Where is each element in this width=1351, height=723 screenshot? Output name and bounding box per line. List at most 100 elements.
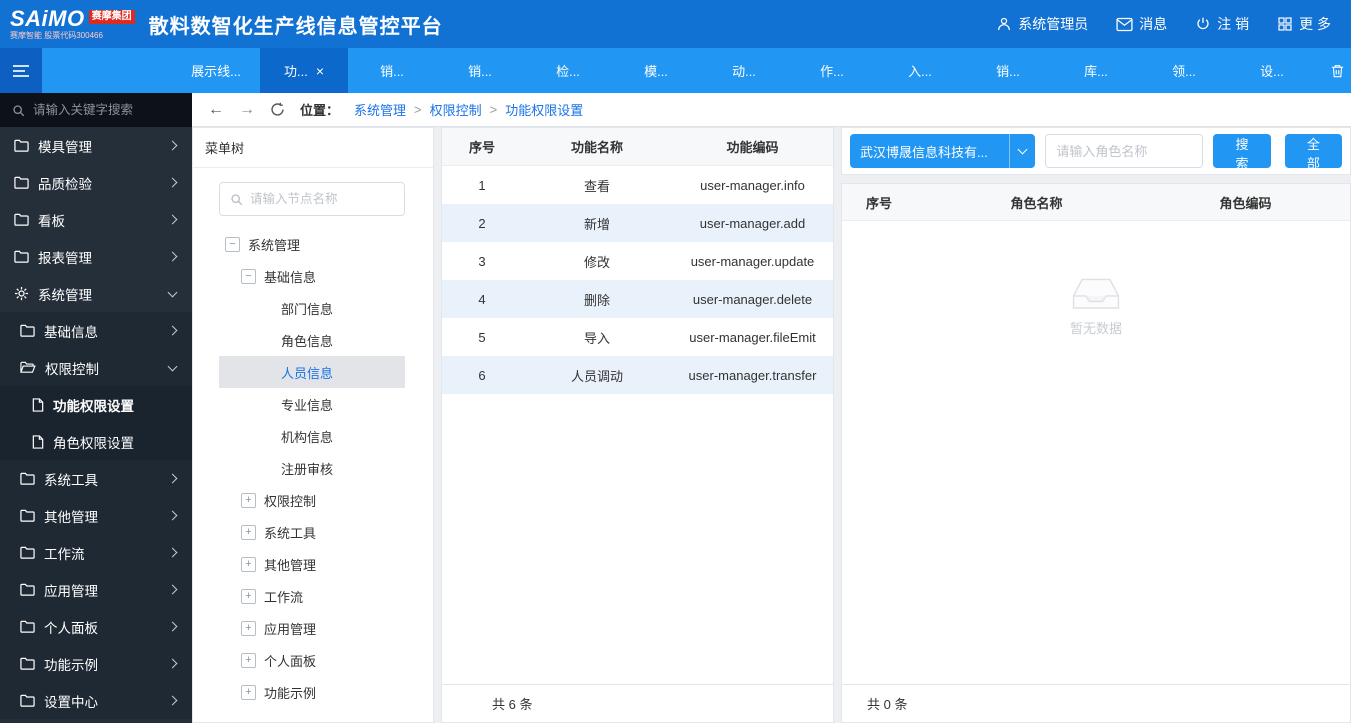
sidebar-item-system[interactable]: 系统管理 [0,275,192,312]
table-row[interactable]: 5 导入 user-manager.fileEmit [442,318,833,356]
sidebar-item-settings-center[interactable]: 设置中心 [0,682,192,719]
collapse-icon[interactable] [225,237,240,252]
tab-inspection[interactable]: 检... [524,48,612,93]
sidebar-item-mold[interactable]: 模具管理 [0,127,192,164]
table-row[interactable]: 3 修改 user-manager.update [442,242,833,280]
role-name-input[interactable] [1045,134,1203,168]
expand-icon[interactable] [241,557,256,572]
tab-dynamic[interactable]: 动... [700,48,788,93]
sidebar-item-label: 品质检验 [38,173,92,193]
function-table-header: 序号 功能名称 功能编码 [442,128,833,166]
refresh-icon[interactable] [270,102,285,117]
role-count-footer: 共 0 条 [842,684,1350,722]
column-header: 序号 [442,137,522,156]
tree-node-role[interactable]: 角色信息 [219,324,405,356]
back-icon[interactable] [208,102,224,118]
tab-inbound[interactable]: 入... [876,48,964,93]
search-button[interactable]: 搜索 [1213,134,1270,168]
sidebar-item-label: 基础信息 [44,321,98,341]
tree-node-apps[interactable]: 应用管理 [219,612,405,644]
table-row[interactable]: 4 删除 user-manager.delete [442,280,833,318]
tab-sales-2[interactable]: 销... [436,48,524,93]
tree-node-other[interactable]: 其他管理 [219,548,405,580]
tree-node-personnel[interactable]: 人员信息 [219,356,405,388]
company-select[interactable]: 武汉博晟信息科技有... [850,134,1035,168]
sidebar-item-apps[interactable]: 应用管理 [0,571,192,608]
sidebar-item-label: 个人面板 [44,617,98,637]
tree-search-input[interactable] [250,192,394,206]
tab-display-line[interactable]: 展示线... [172,48,260,93]
sidebar-item-label: 功能权限设置 [53,395,134,415]
tab-inventory[interactable]: 库... [1052,48,1140,93]
sidebar-item-label: 应用管理 [44,580,98,600]
chevron-right-icon [168,215,178,225]
tree-node-label: 人员信息 [281,363,333,382]
admin-user-menu[interactable]: 系统管理员 [996,14,1088,34]
tree-node-permission-control[interactable]: 权限控制 [219,484,405,516]
sidebar-menu: 模具管理 品质检验 看板 报表管理 系统管理 [0,127,192,719]
tree-node-system-tools[interactable]: 系统工具 [219,516,405,548]
breadcrumb-item-system[interactable]: 系统管理 [354,100,406,119]
table-row[interactable]: 2 新增 user-manager.add [442,204,833,242]
sidebar-item-basic-info[interactable]: 基础信息 [0,312,192,349]
tree-node-label: 功能示例 [264,683,316,702]
expand-icon[interactable] [241,525,256,540]
collapse-icon[interactable] [241,269,256,284]
sidebar-item-workflow[interactable]: 工作流 [0,534,192,571]
chevron-right-icon [168,585,178,595]
expand-icon[interactable] [241,653,256,668]
cell-name: 人员调动 [522,366,672,385]
close-all-tabs-button[interactable] [1316,48,1351,93]
close-icon[interactable] [316,64,324,78]
expand-icon[interactable] [241,589,256,604]
messages-button[interactable]: 消息 [1116,14,1167,34]
table-row[interactable]: 1 查看 user-manager.info [442,166,833,204]
tab-label: 领... [1172,61,1196,80]
tree-node-system[interactable]: 系统管理 [219,228,405,260]
forward-icon[interactable] [239,102,255,118]
breadcrumb-item-function-permission[interactable]: 功能权限设置 [505,100,583,119]
sidebar-item-system-tools[interactable]: 系统工具 [0,460,192,497]
more-button[interactable]: 更 多 [1277,14,1331,34]
tree-node-major[interactable]: 专业信息 [219,388,405,420]
sidebar-item-reports[interactable]: 报表管理 [0,238,192,275]
logo-subtitle: 赛摩智能 股票代码300466 [10,32,135,40]
table-row[interactable]: 6 人员调动 user-manager.transfer [442,356,833,394]
tree-node-personal[interactable]: 个人面板 [219,644,405,676]
sidebar-item-personal[interactable]: 个人面板 [0,608,192,645]
expand-icon[interactable] [241,685,256,700]
sidebar-item-examples[interactable]: 功能示例 [0,645,192,682]
expand-icon[interactable] [241,493,256,508]
sidebar-item-other[interactable]: 其他管理 [0,497,192,534]
tree-node-registration[interactable]: 注册审核 [219,452,405,484]
all-button[interactable]: 全部 [1285,134,1342,168]
tab-sales-1[interactable]: 销... [348,48,436,93]
tree-node-workflow[interactable]: 工作流 [219,580,405,612]
tab-mold[interactable]: 模... [612,48,700,93]
tree-node-department[interactable]: 部门信息 [219,292,405,324]
tab-function-permission[interactable]: 功... [260,48,348,93]
sidebar-item-kanban[interactable]: 看板 [0,201,192,238]
logo-badge: 赛摩集团 [89,10,135,24]
sidebar-item-role-permission[interactable]: 角色权限设置 [0,423,192,460]
breadcrumb-separator [490,102,498,117]
breadcrumb-item-permission[interactable]: 权限控制 [430,100,482,119]
sidebar-search-input[interactable] [33,103,180,117]
tree-node-examples[interactable]: 功能示例 [219,676,405,708]
tab-label: 销... [468,61,492,80]
tab-settings[interactable]: 设... [1228,48,1316,93]
tree-node-label: 专业信息 [281,395,333,414]
tab-work[interactable]: 作... [788,48,876,93]
tree-node-organization[interactable]: 机构信息 [219,420,405,452]
expand-icon[interactable] [241,621,256,636]
folder-icon [14,213,29,226]
sidebar-collapse-button[interactable] [0,48,42,93]
empty-state: 暂无数据 [842,221,1350,684]
logout-button[interactable]: 注 销 [1195,14,1249,34]
tab-pick[interactable]: 领... [1140,48,1228,93]
sidebar-item-quality[interactable]: 品质检验 [0,164,192,201]
sidebar-item-function-permission[interactable]: 功能权限设置 [0,386,192,423]
tab-sales-3[interactable]: 销... [964,48,1052,93]
tree-node-basic-info[interactable]: 基础信息 [219,260,405,292]
sidebar-item-permission-control[interactable]: 权限控制 [0,349,192,386]
